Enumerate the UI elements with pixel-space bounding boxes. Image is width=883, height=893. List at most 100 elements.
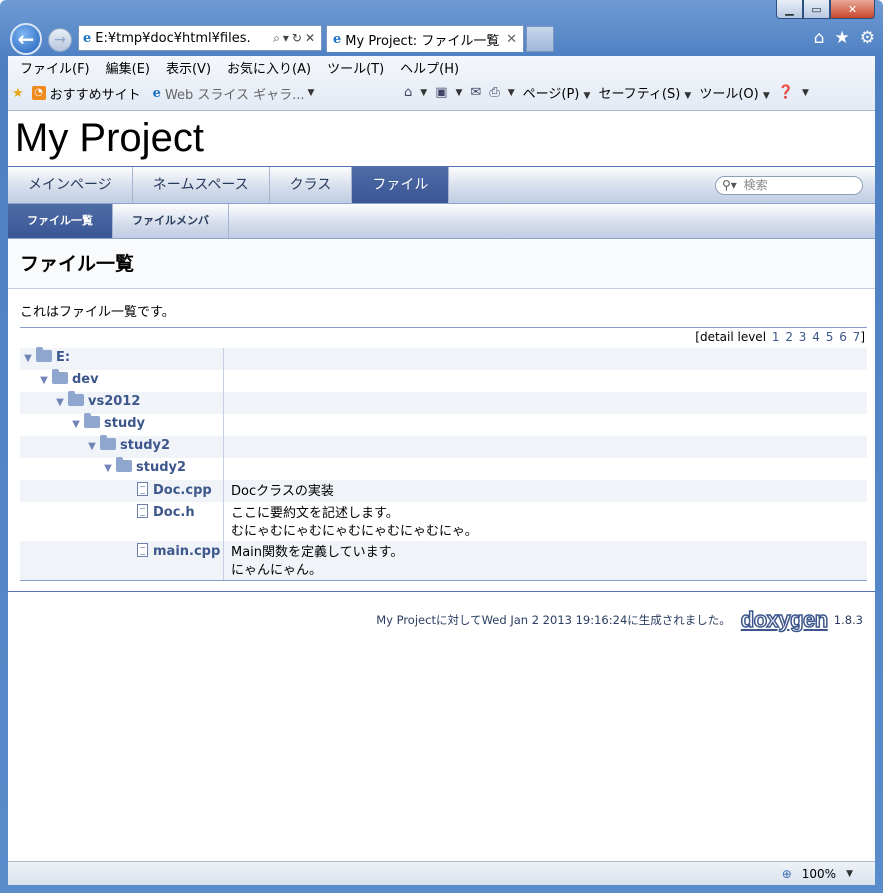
menu-tools[interactable]: ツール(T) — [319, 58, 392, 77]
web-slice-gallery-link[interactable]: Web スライス ギャラ... — [165, 84, 305, 103]
tree-desc-cell — [224, 348, 231, 370]
tab-classes[interactable]: クラス — [270, 167, 353, 203]
menu-file[interactable]: ファイル(F) — [12, 58, 98, 77]
browser-tab[interactable]: e My Project: ファイル一覧 ✕ — [326, 25, 524, 52]
back-button[interactable]: ← — [10, 23, 42, 55]
detail-level-2[interactable]: 2 — [785, 330, 793, 344]
gear-icon[interactable]: ⚙ — [860, 28, 875, 48]
tab-file-members[interactable]: ファイルメンバ — [113, 204, 229, 238]
menu-edit[interactable]: 編集(E) — [98, 58, 158, 77]
toolbars: ファイル(F) 編集(E) 表示(V) お気に入り(A) ツール(T) ヘルプ(… — [8, 56, 875, 111]
dir-link[interactable]: study — [104, 416, 145, 431]
address-text[interactable]: E:¥tmp¥doc¥html¥files. — [95, 31, 270, 46]
collapse-arrow-icon[interactable]: ▼ — [68, 419, 84, 430]
tab-ie-icon: e — [333, 31, 342, 47]
address-bar[interactable]: e E:¥tmp¥doc¥html¥files. ⌕▾↻✕ — [78, 25, 322, 51]
add-favorite-star-icon[interactable]: ★ — [12, 86, 24, 101]
tree-name-cell: ▼ study2 — [20, 457, 224, 480]
tab-namespaces[interactable]: ネームスペース — [133, 167, 270, 203]
page-footer: My Projectに対してWed Jan 2 2013 19:16:24に生成… — [8, 591, 875, 633]
detail-level-4[interactable]: 4 — [812, 330, 820, 344]
tools-menu-label: ツール(O) — [699, 87, 759, 102]
mail-icon[interactable]: ✉ — [470, 85, 481, 100]
minimize-button[interactable]: ▁ — [776, 0, 803, 19]
doxygen-logo[interactable]: doxygen — [740, 606, 829, 633]
tree-name-cell: main.cpp — [20, 541, 224, 580]
dir-link[interactable]: dev — [72, 372, 99, 387]
tab-close-icon[interactable]: ✕ — [506, 32, 517, 47]
tree-desc-cell — [224, 436, 231, 458]
tab-main-page[interactable]: メインページ — [8, 167, 133, 203]
tools-menu[interactable]: ツール(O) ▼ — [699, 83, 769, 102]
favorites-star-icon[interactable]: ★ — [835, 28, 850, 48]
dir-link[interactable]: vs2012 — [88, 394, 140, 409]
detail-level-5[interactable]: 5 — [826, 330, 834, 344]
dir-link[interactable]: study2 — [120, 438, 170, 453]
status-bar: ⊕ 100% ▼ — [8, 861, 875, 885]
file-description: Docクラスの実装 — [231, 484, 334, 499]
tree-desc-cell — [224, 414, 231, 436]
print-icon[interactable]: ⎙ — [489, 85, 499, 100]
search-icon: ⚲▾ — [722, 178, 737, 192]
forward-button[interactable]: → — [48, 28, 72, 52]
page-menu[interactable]: ページ(P) ▼ — [523, 83, 591, 102]
divider — [20, 580, 867, 581]
detail-level-3[interactable]: 3 — [799, 330, 807, 344]
file-description: Main関数を定義しています。 — [231, 545, 404, 560]
feeds-dropdown-icon[interactable]: ▼ — [455, 88, 462, 98]
collapse-arrow-icon[interactable]: ▼ — [100, 463, 116, 474]
address-actions[interactable]: ⌕▾↻✕ — [270, 31, 321, 46]
home-page-icon[interactable]: ⌂ — [404, 85, 412, 100]
menu-view[interactable]: 表示(V) — [158, 58, 219, 77]
collapse-arrow-icon[interactable]: ▼ — [52, 397, 68, 408]
maximize-button[interactable]: ▭ — [803, 0, 830, 19]
tree-row: ▼ study2 — [20, 435, 867, 458]
detail-level-close: ] — [860, 330, 865, 344]
detail-level-6[interactable]: 6 — [839, 330, 847, 344]
new-tab-button[interactable] — [526, 26, 554, 52]
help-icon[interactable]: ❓ — [778, 85, 794, 100]
print-dropdown-icon[interactable]: ▼ — [508, 88, 515, 98]
file-icon — [137, 543, 148, 557]
safety-menu[interactable]: セーフティ(S) ▼ — [598, 83, 691, 102]
tree-name-cell: ▼ study2 — [20, 435, 224, 458]
dir-link[interactable]: study2 — [136, 460, 186, 475]
help-dropdown-icon[interactable]: ▼ — [802, 88, 809, 98]
favorites-dropdown-icon[interactable]: ▼ — [305, 88, 314, 98]
menu-bar: ファイル(F) 編集(E) 表示(V) お気に入り(A) ツール(T) ヘルプ(… — [8, 56, 875, 78]
tab-files[interactable]: ファイル — [352, 167, 450, 203]
main-nav-tabs: メインページ ネームスペース クラス ファイル ⚲▾ 検索 — [8, 167, 875, 204]
tree-name-cell: ▼ dev — [20, 369, 224, 392]
zoom-level[interactable]: 100% — [802, 867, 836, 881]
file-link[interactable]: Doc.cpp — [153, 483, 212, 498]
file-link[interactable]: Doc.h — [153, 505, 195, 520]
tree-row: main.cpp Main関数を定義しています。 にゃんにゃん。 — [20, 541, 867, 580]
close-window-button[interactable]: ✕ — [830, 0, 875, 19]
dir-link[interactable]: E: — [56, 350, 70, 365]
zoom-icon[interactable]: ⊕ — [782, 867, 792, 881]
favorites-bar: ★ ◔ おすすめサイト e Web スライス ギャラ... ▼ — [12, 84, 314, 103]
top-right-icons: ⌂ ★ ⚙ — [814, 28, 875, 48]
collapse-arrow-icon[interactable]: ▼ — [36, 375, 52, 386]
suggested-sites-link[interactable]: おすすめサイト — [50, 84, 141, 103]
collapse-arrow-icon[interactable]: ▼ — [84, 441, 100, 452]
doxygen-version: 1.8.3 — [833, 613, 863, 627]
ie-page-icon: e — [83, 30, 92, 46]
detail-level-1[interactable]: 1 — [772, 330, 780, 344]
menu-favorites[interactable]: お気に入り(A) — [219, 58, 319, 77]
navigation-bar: ← → e E:¥tmp¥doc¥html¥files. ⌕▾↻✕ e My P… — [8, 22, 875, 56]
home-icon[interactable]: ⌂ — [814, 28, 825, 48]
sub-nav-tabs: ファイル一覧 ファイルメンバ — [8, 204, 875, 239]
search-box[interactable]: ⚲▾ 検索 — [715, 176, 863, 195]
tab-file-list[interactable]: ファイル一覧 — [8, 204, 113, 238]
file-icon — [137, 482, 148, 496]
zoom-dropdown-icon[interactable]: ▼ — [846, 869, 853, 879]
menu-help[interactable]: ヘルプ(H) — [392, 58, 467, 77]
home-dropdown-icon[interactable]: ▼ — [420, 88, 427, 98]
folder-icon — [52, 369, 68, 384]
collapse-arrow-icon[interactable]: ▼ — [20, 353, 36, 364]
feeds-icon[interactable]: ▣ — [435, 85, 447, 100]
safety-dropdown-icon: ▼ — [684, 91, 692, 101]
file-link[interactable]: main.cpp — [153, 544, 220, 559]
detail-level-selector: [detail level 1 2 3 4 5 6 7] — [8, 328, 875, 348]
